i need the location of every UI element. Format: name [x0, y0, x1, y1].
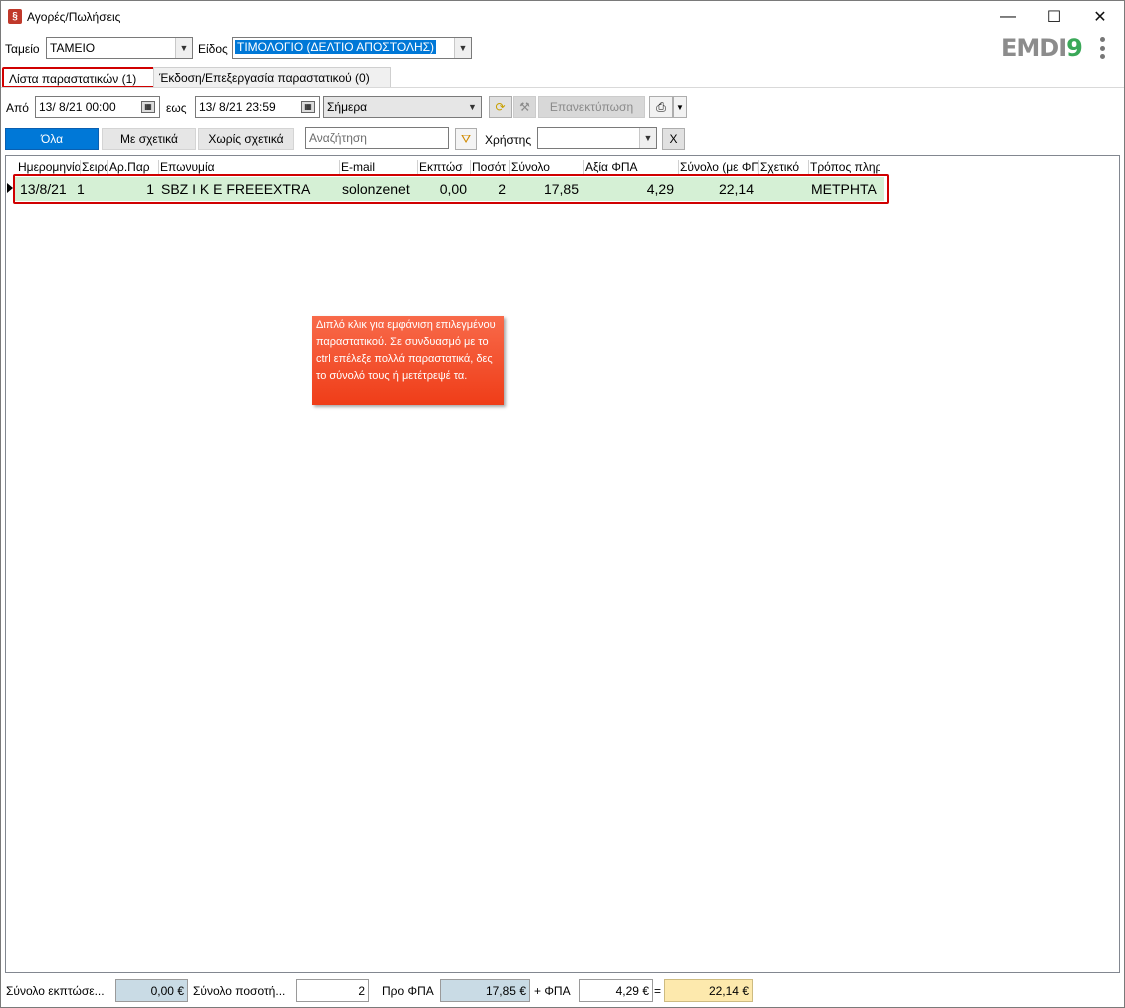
row-highlight — [13, 174, 889, 204]
period-select[interactable]: Σήμερα ▼ — [323, 96, 482, 118]
print-icon[interactable]: ⎙ — [649, 96, 673, 118]
tooltip: Διπλό κλικ για εμφάνιση επιλεγμένου παρα… — [312, 316, 504, 405]
search-input[interactable]: Αναζήτηση — [305, 127, 449, 149]
user-select[interactable]: ▼ — [537, 127, 657, 149]
footer-equals: = — [654, 984, 662, 998]
maximize-button[interactable]: ☐ — [1031, 1, 1077, 32]
filter-related-button[interactable]: Με σχετικά — [102, 128, 196, 150]
cash-select[interactable]: ΤΑΜΕΙΟ ▼ — [46, 37, 193, 59]
calendar-icon[interactable]: ▦ — [141, 101, 155, 113]
kind-select[interactable]: ΤΙΜΟΛΟΓΙΟ (ΔΕΛΤΙΟ ΑΠΟΣΤΟΛΗΣ) ▼ — [232, 37, 472, 59]
documents-grid[interactable]: Ημερομηνία Σειρά Αρ.Παρ Επωνυμία E-mail … — [5, 155, 1120, 973]
user-label: Χρήστης — [485, 133, 532, 147]
footer-discount-label: Σύνολο εκπτώσε... — [6, 984, 105, 998]
title-bar: § Αγορές/Πωλήσεις — ☐ ✕ — [1, 1, 1124, 32]
to-date-value: 13/ 8/21 23:59 — [199, 100, 276, 114]
refresh-icon[interactable]: ⟳ — [489, 96, 512, 118]
more-menu-icon[interactable] — [1098, 37, 1106, 59]
calendar-icon[interactable]: ▦ — [301, 101, 315, 113]
main-window: § Αγορές/Πωλήσεις — ☐ ✕ Ταμείο ΤΑΜΕΙΟ ▼ … — [0, 0, 1125, 1008]
tab-divider — [1, 87, 1124, 88]
clear-filter-icon[interactable]: ⛛ — [455, 128, 477, 150]
window-title: Αγορές/Πωλήσεις — [27, 10, 121, 24]
period-select-value: Σήμερα — [327, 100, 368, 114]
footer-qty-label: Σύνολο ποσοτή... — [193, 984, 286, 998]
wand-icon: ⚒ — [513, 96, 536, 118]
app-icon: § — [8, 9, 22, 24]
reprint-button[interactable]: Επανεκτύπωση — [538, 96, 645, 118]
filter-all-button[interactable]: Όλα — [5, 128, 99, 150]
footer-prevat-value: 17,85 € — [440, 979, 530, 1002]
chevron-down-icon[interactable]: ▼ — [175, 38, 192, 58]
clear-user-button[interactable]: X — [662, 128, 685, 150]
search-placeholder: Αναζήτηση — [309, 131, 367, 145]
cash-label: Ταμείο — [5, 42, 40, 56]
print-dropdown-icon[interactable]: ▼ — [673, 96, 687, 118]
chevron-down-icon[interactable]: ▼ — [464, 97, 481, 117]
logo-text: EMDI — [1001, 34, 1067, 62]
from-date-picker[interactable]: 13/ 8/21 00:00 ▦ — [35, 96, 160, 118]
kind-label: Είδος — [198, 42, 228, 56]
from-date-value: 13/ 8/21 00:00 — [39, 100, 116, 114]
from-label: Από — [6, 101, 29, 115]
footer-vat-value: 4,29 € — [579, 979, 653, 1002]
cash-select-value: ΤΑΜΕΙΟ — [50, 41, 96, 55]
chevron-down-icon[interactable]: ▼ — [639, 128, 656, 148]
minimize-button[interactable]: — — [985, 1, 1031, 32]
footer-prevat-label: Προ ΦΠΑ — [382, 984, 434, 998]
kind-select-value: ΤΙΜΟΛΟΓΙΟ (ΔΕΛΤΙΟ ΑΠΟΣΤΟΛΗΣ) — [235, 40, 437, 54]
logo-accent: 9 — [1066, 34, 1083, 62]
footer-discount-value: 0,00 € — [115, 979, 188, 1002]
footer-plus-vat-label: + ΦΠΑ — [534, 984, 571, 998]
to-label: εως — [166, 101, 187, 115]
chevron-down-icon[interactable]: ▼ — [454, 38, 471, 58]
tab-document-list[interactable]: Λίστα παραστατικών (1) — [2, 67, 155, 88]
close-button[interactable]: ✕ — [1077, 1, 1123, 32]
footer-qty-value: 2 — [296, 979, 369, 1002]
filter-unrelated-button[interactable]: Χωρίς σχετικά — [198, 128, 294, 150]
to-date-picker[interactable]: 13/ 8/21 23:59 ▦ — [195, 96, 320, 118]
footer-grand-total: 22,14 € — [664, 979, 753, 1002]
tab-document-edit[interactable]: Έκδοση/Επεξεργασία παραστατικού (0) — [153, 67, 391, 88]
emdi-logo: EMDI9 — [1001, 34, 1083, 62]
